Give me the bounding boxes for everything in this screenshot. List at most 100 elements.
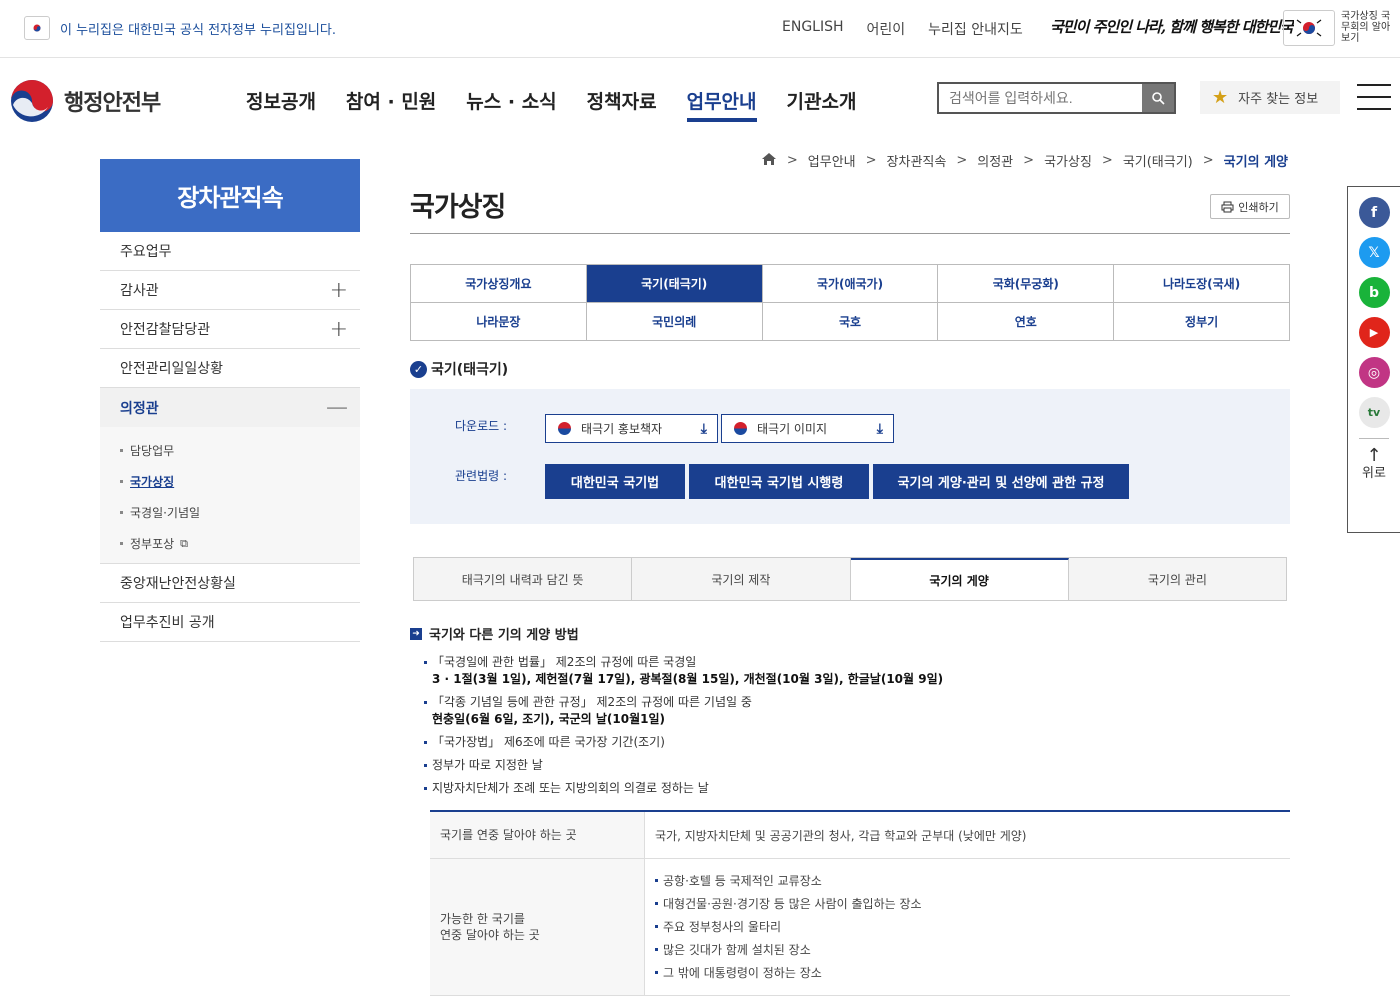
search-box (937, 82, 1176, 114)
main-navigation: 정보공개 참여 · 민원 뉴스 · 소식 정책자료 업무안내 기관소개 (246, 87, 886, 122)
title-divider (410, 233, 1290, 234)
side-item-audit[interactable]: 감사관 + (100, 271, 360, 310)
download-image-button[interactable]: 태극기 이미지 ⤓ (721, 414, 894, 443)
ministry-logo[interactable]: 행정안전부 (10, 79, 161, 123)
tab-era-name[interactable]: 연호 (938, 303, 1115, 341)
favorite-info-button[interactable]: ★ 자주 찾는 정보 (1200, 81, 1340, 114)
table-cell: 국가, 지방자치단체 및 공공기관의 청사, 각급 학교와 군부대 (낮에만 게… (655, 828, 1027, 843)
government-emblem-icon (11, 80, 53, 122)
divider (1359, 438, 1389, 439)
table-row: 가능한 한 국기를 연중 달아야 하는 곳 공항·호텔 등 국제적인 교류장소 … (430, 859, 1290, 996)
side-item-label: 감사관 (120, 283, 159, 299)
tab-flower[interactable]: 국화(무궁화) (938, 265, 1115, 303)
tab-national-flag[interactable]: 국기(태극기) (586, 265, 763, 303)
breadcrumb-item[interactable]: 국기(태극기) (1123, 151, 1193, 170)
section-title: 국기(태극기) (431, 362, 509, 378)
list-item-strong: 현충일(6월 6일, 조기), 국군의 날(10월1일) (432, 712, 666, 726)
youtube-icon[interactable]: ▶ (1358, 317, 1390, 348)
subtab-making[interactable]: 국기의 제작 (632, 558, 851, 600)
table-header-cell: 국기를 연중 달아야 하는 곳 (430, 812, 645, 858)
side-item-daily-safety[interactable]: 안전관리일일상황 (100, 349, 360, 388)
side-item-protocol[interactable]: 의정관 — (100, 388, 360, 427)
taegukgi-icon (1294, 16, 1324, 40)
download-brochure-button[interactable]: 태극기 홍보책자 ⤓ (545, 414, 718, 443)
side-item-label: 중앙재난안전상황실 (120, 576, 236, 592)
search-input[interactable] (939, 84, 1142, 112)
side-item-disaster-room[interactable]: 중앙재난안전상황실 (100, 564, 360, 603)
blog-icon[interactable]: b (1358, 277, 1390, 308)
breadcrumb-item[interactable]: 장차관직속 (887, 151, 947, 170)
sub-item-national-symbol[interactable]: 국가상징 (120, 466, 360, 497)
law-flag-decree-button[interactable]: 대한민국 국기법 시행령 (689, 464, 869, 499)
kids-link[interactable]: 어린이 (867, 19, 906, 39)
gnb-item-about[interactable]: 기관소개 (787, 87, 857, 122)
national-symbol-link[interactable] (1283, 10, 1335, 46)
new-window-icon: ⧉ (180, 536, 189, 550)
sub-item-awards[interactable]: 정부포상 ⧉ (120, 528, 360, 559)
star-icon: ★ (1212, 87, 1229, 108)
arrow-right-icon: ➜ (410, 627, 422, 640)
gnb-item-policy[interactable]: 정책자료 (587, 87, 657, 122)
breadcrumb-current: 국기의 게양 (1223, 155, 1288, 170)
table-list-item: 많은 깃대가 함께 설치된 장소 (655, 938, 1280, 961)
top-bar: 이 누리집은 대한민국 공식 전자정부 누리집입니다. ENGLISH 어린이 … (0, 0, 1400, 58)
display-places-table: 국기를 연중 달아야 하는 곳 국가, 지방자치단체 및 공공기관의 청사, 각… (430, 810, 1290, 996)
tab-seal[interactable]: 나라도장(국새) (1114, 265, 1290, 303)
menu-button[interactable] (1357, 84, 1391, 120)
scroll-top-button[interactable]: ↑ 위로 (1348, 447, 1400, 483)
minus-icon[interactable]: — (326, 395, 348, 420)
tab-anthem[interactable]: 국가(애국가) (762, 265, 939, 303)
law-flag-act-button[interactable]: 대한민국 국기법 (545, 464, 685, 499)
plus-icon[interactable]: + (330, 278, 348, 303)
breadcrumb-separator: > (1023, 153, 1035, 168)
gnb-item-business[interactable]: 업무안내 (686, 87, 757, 122)
facebook-icon[interactable]: f (1358, 197, 1390, 228)
home-icon[interactable] (761, 152, 777, 170)
display-days-list: 「국경일에 관한 법률」 제2조의 규정에 따른 국경일 3 · 1절(3월 1일… (424, 654, 1284, 803)
table-header-cell: 가능한 한 국기를 연중 달아야 하는 곳 (430, 859, 645, 995)
print-button[interactable]: 인쇄하기 (1210, 194, 1290, 219)
content-heading: ➜ 국기와 다른 기의 게양 방법 (410, 624, 579, 643)
sub-item-label: 정부포상 (130, 537, 175, 551)
sub-item-duties[interactable]: 담당업무 (120, 435, 360, 466)
gnb-item-info[interactable]: 정보공개 (246, 87, 316, 122)
breadcrumb-item[interactable]: 국가상징 (1044, 151, 1092, 170)
tab-country-name[interactable]: 국호 (762, 303, 939, 341)
subtab-history[interactable]: 태극기의 내력과 담긴 뜻 (414, 558, 633, 600)
hamburger-line (1357, 108, 1391, 110)
download-box: 다운로드 : 태극기 홍보책자 ⤓ 태극기 이미지 ⤓ 관련법령 : 대한민국 … (410, 389, 1290, 524)
instagram-icon[interactable]: ◎ (1358, 357, 1390, 388)
tab-ceremony[interactable]: 국민의례 (586, 303, 763, 341)
government-slogan: 국민이 주인인 나라, 함께 행복한 대한민국 (1050, 18, 1294, 36)
side-item-label: 안전관리일일상황 (120, 361, 224, 377)
side-item-main-work[interactable]: 주요업무 (100, 232, 360, 271)
search-button[interactable] (1142, 84, 1174, 112)
taegeuk-icon (734, 422, 747, 435)
tv-icon[interactable]: tv (1358, 397, 1390, 428)
list-item-text: 「각종 기념일 등에 관한 규정」 제2조의 규정에 따른 기념일 중 (432, 695, 752, 709)
tab-overview[interactable]: 국가상징개요 (411, 265, 587, 303)
side-item-safety-inspection[interactable]: 안전감찰담당관 + (100, 310, 360, 349)
table-list-item: 그 밖에 대통령령이 정하는 장소 (655, 961, 1280, 984)
sitemap-link[interactable]: 누리집 안내지도 (928, 19, 1023, 39)
sub-item-holidays[interactable]: 국경일·기념일 (120, 497, 360, 528)
law-flag-regulation-button[interactable]: 국기의 게양·관리 및 선양에 관한 규정 (873, 464, 1129, 499)
gnb-item-participation[interactable]: 참여 · 민원 (346, 87, 436, 122)
side-item-label: 주요업무 (120, 244, 172, 260)
gnb-item-news[interactable]: 뉴스 · 소식 (466, 87, 556, 122)
national-symbol-text[interactable]: 국가상징 국무회의 알아보기 (1341, 11, 1391, 44)
tab-emblem[interactable]: 나라문장 (411, 303, 587, 341)
search-icon (1152, 92, 1165, 105)
breadcrumb-separator: > (865, 153, 877, 168)
x-icon[interactable]: 𝕏 (1358, 237, 1390, 268)
nuri-notice[interactable]: 이 누리집은 대한민국 공식 전자정부 누리집입니다. (24, 16, 336, 40)
plus-icon[interactable]: + (330, 317, 348, 342)
english-link[interactable]: ENGLISH (782, 19, 844, 39)
subtab-management[interactable]: 국기의 관리 (1068, 558, 1286, 600)
side-item-expenses[interactable]: 업무추진비 공개 (100, 603, 360, 642)
breadcrumb-item[interactable]: 의정관 (977, 151, 1013, 170)
tab-government-logo[interactable]: 정부기 (1114, 303, 1290, 341)
subtab-display[interactable]: 국기의 게양 (850, 558, 1069, 600)
breadcrumb-item[interactable]: 업무안내 (808, 151, 856, 170)
flag-subtabs: 태극기의 내력과 담긴 뜻 국기의 제작 국기의 게양 국기의 관리 (413, 557, 1287, 601)
